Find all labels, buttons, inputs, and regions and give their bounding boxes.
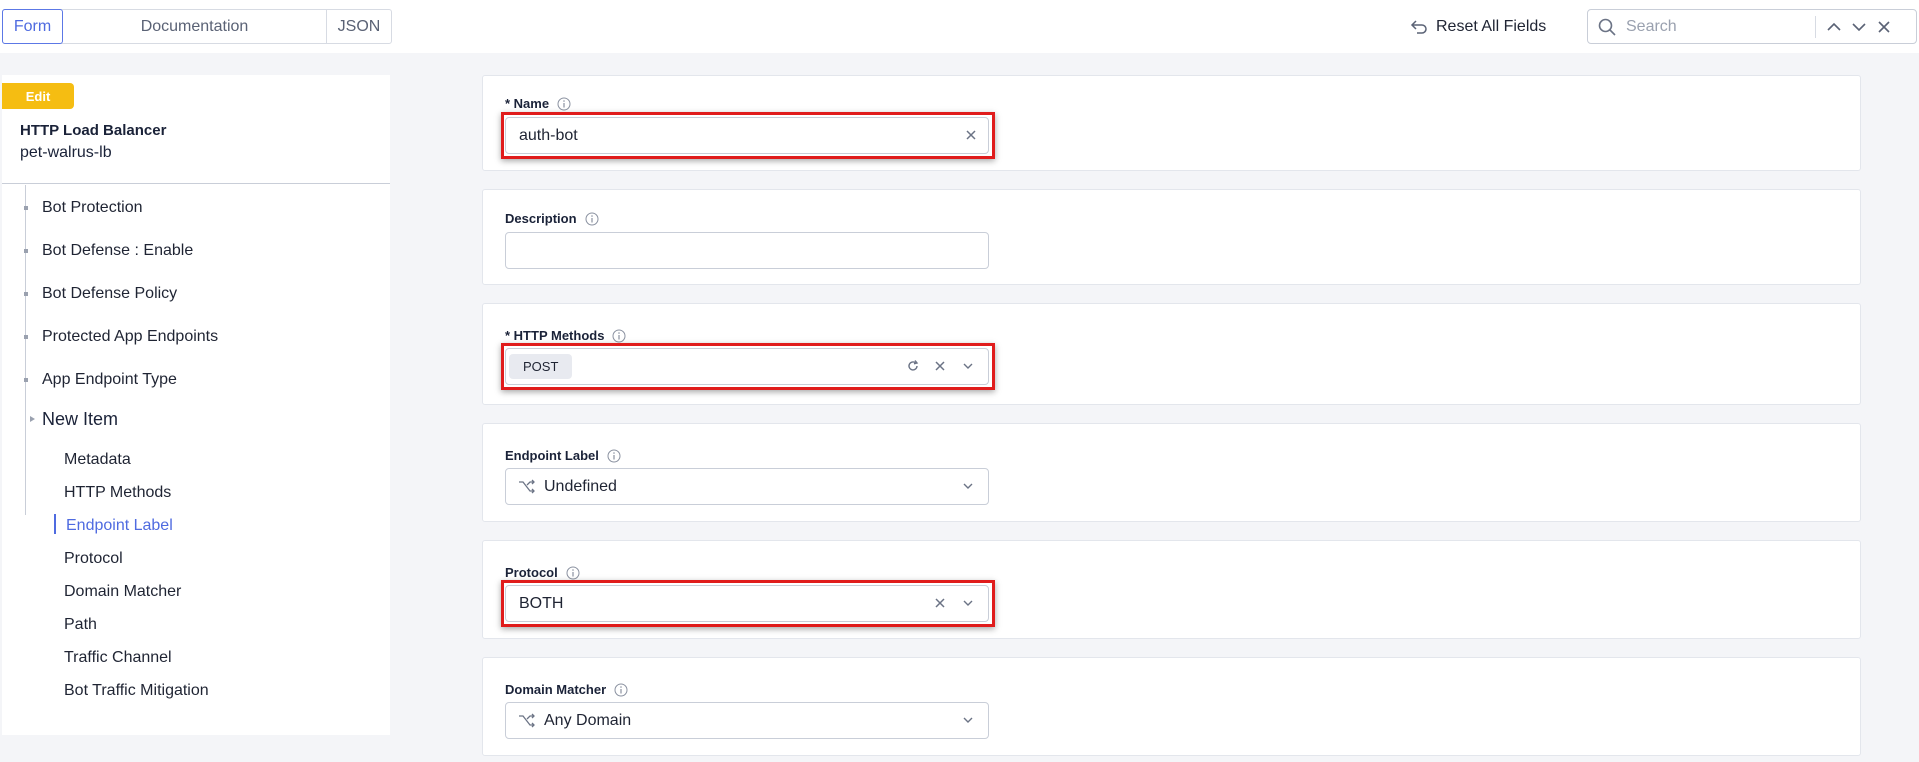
protocol-value: BOTH	[519, 594, 564, 612]
sidebar-item-new-item[interactable]: New Item	[30, 409, 119, 430]
sidebar-subitem-traffic-channel[interactable]: Traffic Channel	[64, 649, 172, 667]
protocol-label-text: Protocol	[505, 565, 558, 580]
edit-badge: Edit	[2, 83, 74, 109]
endpoint-label-value: Undefined	[544, 477, 617, 495]
choice-icon	[519, 713, 535, 727]
domain-matcher-select[interactable]: Any Domain	[505, 702, 989, 739]
domain-matcher-card: Domain Matcher Any Domain	[482, 657, 1861, 756]
name-label: * Name	[505, 96, 571, 111]
view-tabs: Form Documentation JSON	[2, 9, 392, 44]
endpoint-label-label-text: Endpoint Label	[505, 448, 599, 463]
search-icon	[1598, 18, 1616, 36]
clear-icon[interactable]	[933, 596, 947, 610]
sidebar-item-label: Protected App Endpoints	[42, 328, 219, 345]
chevron-down-icon[interactable]	[961, 479, 975, 493]
reset-all-fields-button[interactable]: Reset All Fields	[1410, 14, 1546, 40]
sidebar-subitem-metadata[interactable]: Metadata	[64, 451, 131, 469]
search-box	[1587, 9, 1917, 44]
clear-icon[interactable]	[933, 359, 947, 373]
choice-icon	[519, 479, 535, 493]
chevron-down-icon[interactable]	[961, 713, 975, 727]
sidebar-item-label: App Endpoint Type	[42, 371, 177, 388]
sidebar-item-label: Bot Defense Policy	[42, 285, 178, 302]
endpoint-label-select[interactable]: Undefined	[505, 468, 989, 505]
description-card: Description	[482, 189, 1861, 285]
sidebar-item-label: Bot Defense : Enable	[42, 242, 194, 259]
sidebar: Edit HTTP Load Balancer pet-walrus-lb Bo…	[2, 75, 390, 735]
sidebar-item-label: Bot Protection	[42, 199, 143, 216]
tree-node-marker	[24, 292, 28, 296]
undo-icon	[1410, 20, 1427, 34]
refresh-icon[interactable]	[906, 359, 920, 373]
sidebar-subitem-protocol[interactable]: Protocol	[64, 550, 123, 568]
name-field[interactable]: auth-bot	[505, 117, 989, 154]
sidebar-subitem-domain-matcher[interactable]: Domain Matcher	[64, 583, 181, 601]
endpoint-label-label: Endpoint Label	[505, 448, 621, 463]
name-value: auth-bot	[519, 126, 578, 144]
tree-node-marker	[24, 378, 28, 382]
tab-json[interactable]: JSON	[327, 10, 391, 43]
description-label: Description	[505, 211, 599, 226]
http-methods-label: * HTTP Methods	[505, 328, 626, 343]
selected-chip-post[interactable]: POST	[509, 354, 573, 379]
info-icon[interactable]	[607, 449, 621, 463]
domain-matcher-label-text: Domain Matcher	[505, 682, 607, 697]
sidebar-item-protected-app-endpoints[interactable]: Protected App Endpoints	[24, 328, 219, 346]
sidebar-subitem-endpoint-label[interactable]: Endpoint Label	[66, 517, 173, 535]
sidebar-item-bot-defense[interactable]: Bot Defense : Enable	[24, 242, 194, 260]
protocol-select[interactable]: BOTH	[505, 585, 989, 622]
description-label-text: Description	[505, 211, 577, 226]
domain-matcher-label: Domain Matcher	[505, 682, 628, 697]
search-divider	[1815, 16, 1816, 38]
search-input[interactable]	[1624, 16, 1814, 37]
sidebar-divider	[2, 183, 390, 184]
object-name: pet-walrus-lb	[20, 144, 112, 161]
reset-label: Reset All Fields	[1436, 18, 1547, 35]
sidebar-subitem-path[interactable]: Path	[64, 616, 97, 634]
tab-documentation[interactable]: Documentation	[63, 10, 327, 43]
protocol-card: Protocol BOTH	[482, 540, 1861, 639]
http-methods-card: * HTTP Methods POST	[482, 303, 1861, 405]
description-field[interactable]	[505, 232, 989, 269]
info-icon[interactable]	[614, 683, 628, 697]
chevron-down-icon[interactable]	[1850, 18, 1868, 36]
sidebar-item-app-endpoint-type[interactable]: App Endpoint Type	[24, 371, 177, 389]
chevron-down-icon[interactable]	[961, 359, 975, 373]
chevron-up-icon[interactable]	[1825, 18, 1843, 36]
tree-node-marker	[24, 249, 28, 253]
http-methods-label-text: * HTTP Methods	[505, 328, 605, 343]
info-icon[interactable]	[612, 329, 626, 343]
tree-node-marker	[24, 335, 28, 339]
tree-line	[25, 185, 26, 515]
active-indicator	[54, 514, 56, 534]
object-type: HTTP Load Balancer	[20, 122, 167, 139]
info-icon[interactable]	[557, 97, 571, 111]
info-icon[interactable]	[566, 566, 580, 580]
http-methods-select[interactable]: POST	[505, 348, 989, 385]
name-label-text: * Name	[505, 96, 550, 111]
sidebar-item-bot-defense-policy[interactable]: Bot Defense Policy	[24, 285, 178, 303]
info-icon[interactable]	[585, 212, 599, 226]
clear-icon[interactable]	[964, 128, 978, 142]
name-card: * Name auth-bot	[482, 75, 1861, 171]
sidebar-item-bot-protection[interactable]: Bot Protection	[24, 199, 143, 217]
close-icon[interactable]	[1875, 18, 1893, 36]
endpoint-label-card: Endpoint Label Undefined	[482, 423, 1861, 522]
sidebar-subitem-http-methods[interactable]: HTTP Methods	[64, 484, 171, 502]
tree-node-marker	[24, 206, 28, 210]
protocol-label: Protocol	[505, 565, 580, 580]
tab-form[interactable]: Form	[2, 9, 63, 44]
caret-right-icon	[30, 416, 35, 422]
top-bar: Form Documentation JSON Reset All Fields	[0, 0, 1919, 53]
chevron-down-icon[interactable]	[961, 596, 975, 610]
sidebar-subitem-bot-traffic-mitigation[interactable]: Bot Traffic Mitigation	[64, 682, 209, 700]
sidebar-item-label: New Item	[42, 409, 119, 429]
domain-matcher-value: Any Domain	[544, 711, 632, 729]
